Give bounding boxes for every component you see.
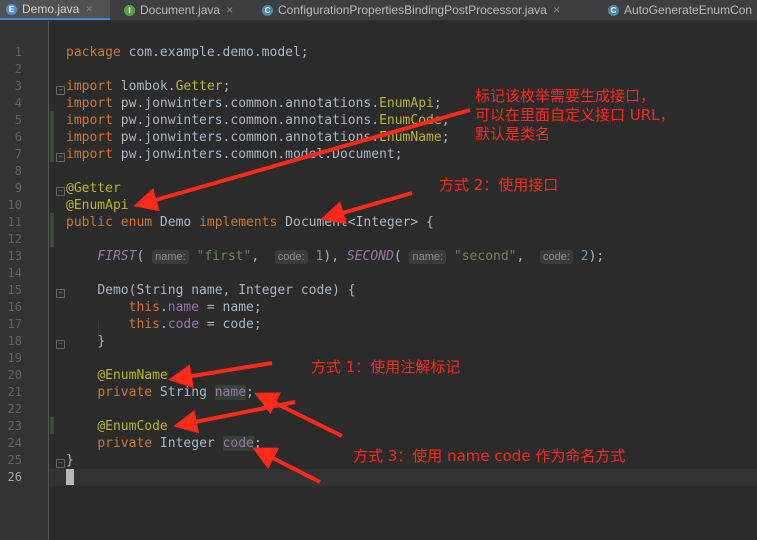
annotation-method-3: 方式 3：使用 name code 作为命名方式 [353,447,626,465]
arrow-to-document [320,191,413,225]
annotation-method-1: 方式 1：使用注解标记 [311,358,461,376]
annotation-enumapi: 标记该枚举需要生成接口， 可以在里面自定义接口 URL， 默认是类名 [475,87,675,143]
arrow-to-enumname [168,361,273,388]
annotation-method-2: 方式 2：使用接口 [439,176,559,194]
arrow-to-enumcode [173,400,296,434]
arrow-to-enumapi [133,108,471,212]
arrow-to-code [252,447,321,484]
